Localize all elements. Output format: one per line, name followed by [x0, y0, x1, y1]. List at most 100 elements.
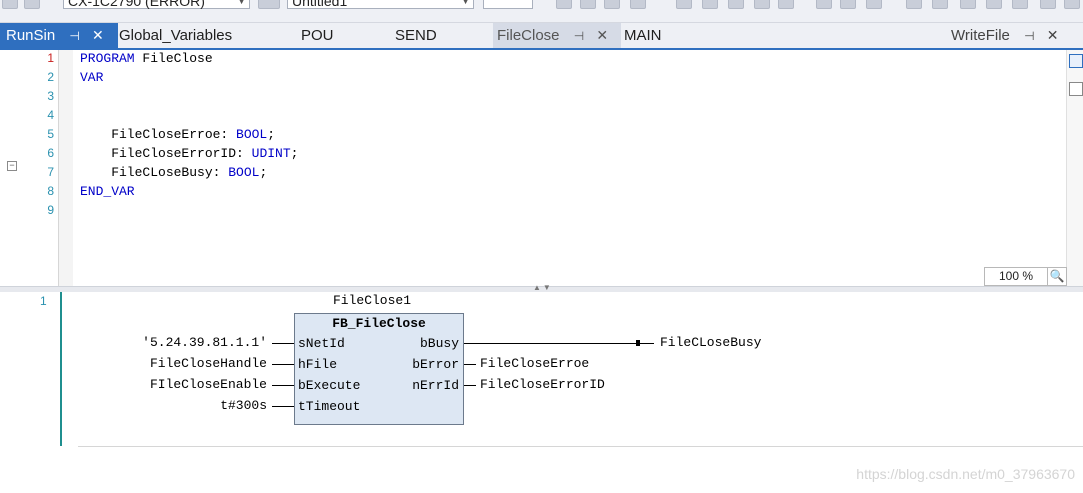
stop-icon[interactable] [604, 0, 620, 9]
refresh-icon[interactable] [778, 0, 794, 9]
tab-send[interactable]: SEND [395, 23, 437, 48]
output-bbusy-value[interactable]: FileCLoseBusy [660, 335, 761, 350]
pin-icon[interactable]: ⊣ [1024, 24, 1034, 49]
code-line-7: FileCLoseBusy: BOOL; [80, 165, 267, 180]
copy-icon[interactable] [960, 0, 976, 9]
step-over-icon[interactable] [728, 0, 744, 9]
tab-label: MAIN [624, 27, 662, 44]
declaration-editor[interactable]: 1 2 3 4 5 6 7 8 9 − PROGRAM FileClose VA… [0, 50, 1083, 286]
splitter-arrows-icon[interactable]: ▲▼ [533, 283, 553, 292]
close-icon[interactable]: ✕ [1047, 23, 1059, 48]
type-keyword: BOOL [236, 127, 268, 142]
pin-icon[interactable]: ⊣ [574, 24, 584, 49]
pin-nerrid: nErrId [412, 378, 459, 393]
vertical-scrollbar[interactable] [1066, 50, 1083, 286]
variable-name: FileCloseErrorID: [80, 146, 252, 161]
tabular-view-icon[interactable] [1069, 82, 1083, 96]
semicolon: ; [259, 165, 268, 180]
type-keyword: UDINT [251, 146, 291, 161]
code-line-5: FileCloseErroe: BOOL; [80, 127, 275, 142]
line-number: 4 [47, 108, 54, 122]
close-icon[interactable]: ✕ [596, 23, 608, 48]
fbd-editor[interactable]: 1 FileClose1 FB_FileClose sNetId hFile b… [0, 292, 1083, 493]
fb-instance-name[interactable]: FileClose1 [333, 293, 411, 308]
network-number: 1 [40, 294, 47, 308]
settings-icon[interactable] [1064, 0, 1080, 9]
zoom-level[interactable]: 100 % [984, 267, 1048, 286]
watermark: https://blog.csdn.net/m0_37963670 [856, 466, 1075, 482]
window-icon[interactable] [866, 0, 882, 9]
tab-writefile[interactable]: WriteFile ⊣ ✕ [951, 23, 1058, 48]
tab-label: RunSin [6, 27, 56, 44]
undo-icon[interactable] [906, 0, 922, 9]
line-number: 6 [47, 146, 54, 160]
cut-icon[interactable] [1012, 0, 1028, 9]
paste-icon[interactable] [986, 0, 1002, 9]
output-berror-value[interactable]: FileCloseErroe [480, 356, 589, 371]
blank-combo[interactable] [483, 0, 533, 9]
tab-main[interactable]: MAIN [624, 23, 662, 48]
login-icon[interactable] [556, 0, 572, 9]
network-gutter: 1 [0, 292, 62, 446]
input-hfile-value[interactable]: FileCloseHandle [150, 356, 267, 371]
tab-label: SEND [395, 27, 437, 44]
pin-ttimeout: tTimeout [298, 399, 361, 414]
breakpoint-icon[interactable] [676, 0, 692, 9]
window-icon[interactable] [816, 0, 832, 9]
line-number: 8 [47, 184, 54, 198]
textual-view-icon[interactable] [1069, 54, 1083, 68]
code-line-2: VAR [80, 70, 103, 85]
main-toolbar: CX-1C2790 (ERROR) ▼ Untitled1 ▼ [0, 0, 1083, 23]
output-nerrid-value[interactable]: FileCloseErrorID [480, 377, 605, 392]
step-into-icon[interactable] [702, 0, 718, 9]
input-ttimeout-value[interactable]: t#300s [220, 398, 267, 413]
input-bexecute-value[interactable]: FIleCloseEnable [150, 377, 267, 392]
fb-type-name: FB_FileClose [332, 316, 426, 331]
identifier: FileClose [134, 51, 213, 66]
chevron-down-icon: ▼ [237, 0, 246, 6]
tab-pou[interactable]: POU [301, 23, 334, 48]
redo-icon[interactable] [932, 0, 948, 9]
input-snetid-value[interactable]: '5.24.39.81.1.1' [142, 335, 267, 350]
tab-runsin[interactable]: RunSin ⊣ ✕ [0, 23, 118, 48]
tab-label: Global_Variables [119, 27, 233, 44]
pin-bexecute: bExecute [298, 378, 361, 393]
variable-name: FileCloseErroe: [80, 127, 237, 142]
line-number: 5 [47, 127, 54, 141]
dropdown-icon[interactable] [258, 0, 280, 9]
input-wire [272, 343, 294, 344]
tab-label: WriteFile [951, 27, 1010, 44]
step-out-icon[interactable] [754, 0, 770, 9]
connection-marker [636, 340, 640, 346]
tab-fileclose[interactable]: FileClose ⊣ ✕ [493, 23, 621, 48]
reset-icon[interactable] [630, 0, 646, 9]
pin-icon[interactable]: ⊣ [69, 24, 79, 49]
semicolon: ; [290, 146, 299, 161]
code-line-6: FileCloseErrorID: UDINT; [80, 146, 298, 161]
chevron-down-icon: ▼ [461, 0, 470, 6]
target-combo[interactable]: CX-1C2790 (ERROR) ▼ [63, 0, 250, 9]
pin-hfile: hFile [298, 357, 338, 372]
target-icon[interactable] [2, 0, 18, 9]
keyword: VAR [80, 70, 104, 85]
zoom-icon[interactable]: 🔍 [1047, 267, 1067, 286]
editor-margin [59, 50, 73, 286]
folder-icon[interactable] [24, 0, 40, 9]
start-icon[interactable] [580, 0, 596, 9]
target-combo-value: CX-1C2790 (ERROR) [68, 0, 205, 9]
keyword: PROGRAM [80, 51, 135, 66]
delete-icon[interactable] [1040, 0, 1056, 9]
code-line-8: END_VAR [80, 184, 135, 199]
tab-label: FileClose [497, 27, 560, 44]
solution-combo-value: Untitled1 [292, 0, 348, 9]
solution-combo[interactable]: Untitled1 ▼ [287, 0, 474, 9]
close-icon[interactable]: ✕ [92, 23, 104, 48]
pin-snetid: sNetId [298, 336, 345, 351]
variable-name: FileCLoseBusy: [80, 165, 229, 180]
line-number: 3 [47, 89, 54, 103]
collapse-icon[interactable]: − [7, 161, 17, 171]
tab-global-variables[interactable]: Global_Variables [119, 23, 232, 48]
function-block[interactable]: FB_FileClose sNetId hFile bExecute tTime… [294, 313, 464, 425]
window-icon[interactable] [840, 0, 856, 9]
line-number: 2 [47, 70, 54, 84]
